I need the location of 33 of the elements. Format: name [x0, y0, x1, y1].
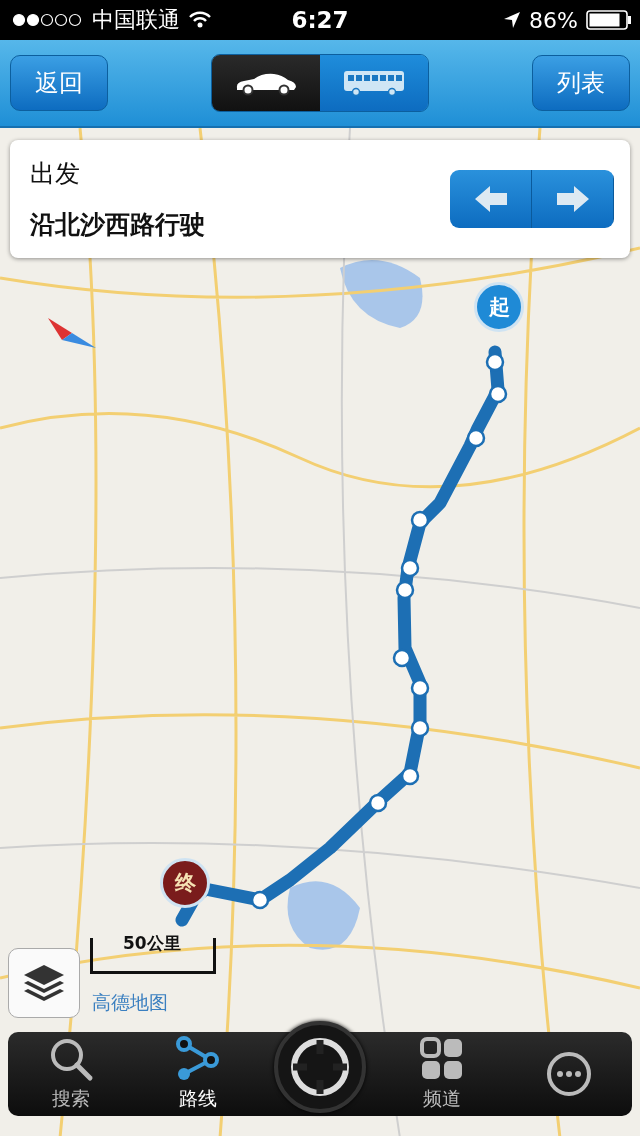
layers-icon	[22, 963, 66, 1003]
next-step-button[interactable]	[532, 170, 614, 228]
crosshair-icon	[288, 1036, 351, 1098]
map-provider-logo: 高德地图	[92, 990, 168, 1015]
route-nodes-icon	[174, 1036, 221, 1082]
bus-mode-tab[interactable]	[320, 55, 428, 111]
start-marker: 起	[474, 282, 524, 332]
list-button[interactable]: 列表	[532, 55, 630, 111]
battery-percent: 86%	[529, 7, 578, 33]
locate-button[interactable]	[273, 1021, 366, 1113]
clock-time: 6:27	[291, 7, 349, 33]
layers-button[interactable]	[8, 948, 80, 1018]
end-marker: 终	[160, 858, 210, 908]
channels-tab[interactable]: 频道	[392, 1035, 493, 1113]
location-arrow-icon	[503, 11, 522, 29]
scale-label: 50公里	[123, 932, 181, 955]
compass-icon	[48, 318, 96, 348]
route-tab[interactable]: 路线	[147, 1035, 248, 1113]
left-arrow-icon	[473, 185, 508, 213]
direction-title: 出发	[30, 158, 81, 190]
right-arrow-icon	[555, 185, 590, 213]
bus-icon	[342, 69, 406, 97]
signal-icon	[12, 13, 84, 27]
back-button[interactable]: 返回	[10, 55, 108, 111]
search-tab[interactable]: 搜索	[21, 1035, 122, 1113]
previous-step-button[interactable]	[450, 170, 532, 228]
wifi-icon	[188, 11, 212, 29]
search-icon	[48, 1036, 95, 1082]
car-mode-tab[interactable]	[212, 55, 320, 111]
carrier-name: 中国联通	[92, 6, 180, 34]
more-icon	[545, 1051, 592, 1097]
direction-instruction: 沿北沙西路行驶	[30, 209, 205, 241]
battery-icon	[586, 10, 632, 30]
